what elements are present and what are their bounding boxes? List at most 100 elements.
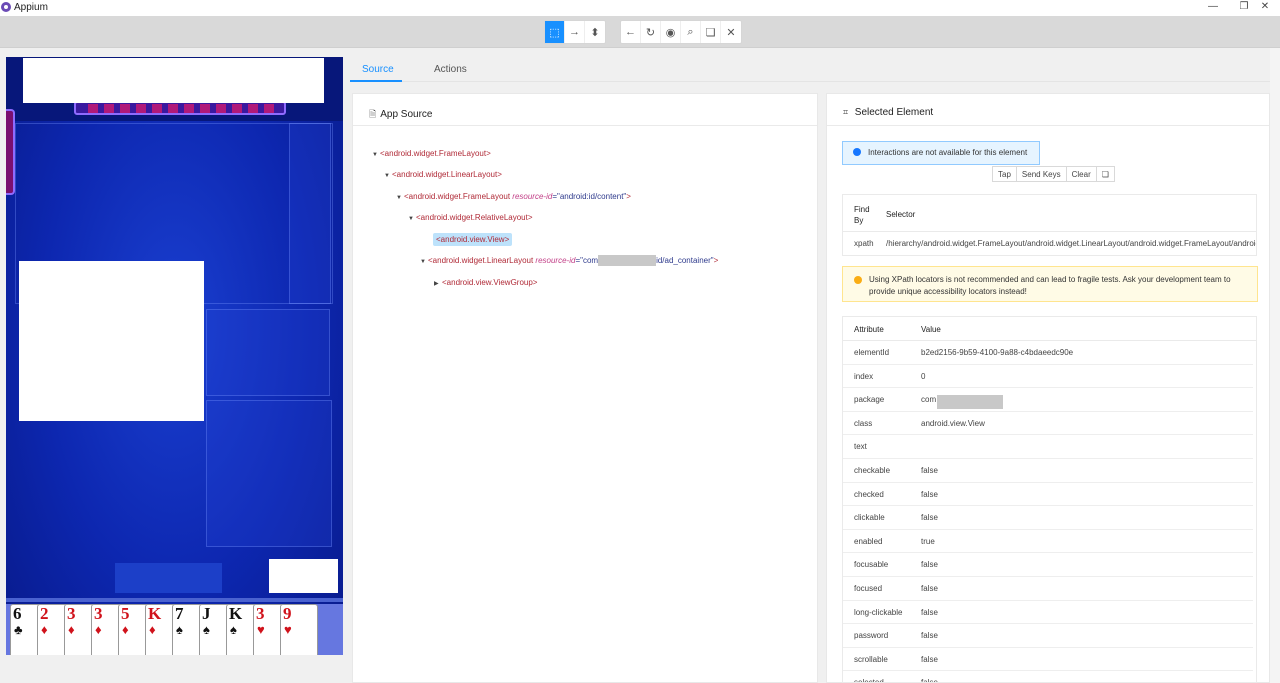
ad-container[interactable]: [19, 261, 204, 421]
search-elements-button[interactable]: ⌕: [681, 21, 701, 43]
card-hand: 6 ♣ 2 ♦ 3 ♦ 3 ♦ 5 ♦ K ♦ 7 ♠ J ♠ K ♠ 3 ♥ 9 ♥: [6, 604, 343, 655]
attribute-name: focused: [854, 584, 883, 593]
scrollbar[interactable]: [1270, 48, 1280, 683]
app-source-header: 🗎 App Source: [353, 94, 817, 126]
tab-source[interactable]: Source: [362, 64, 394, 75]
attribute-value: false: [921, 466, 938, 475]
attribute-row: enabled true: [843, 530, 1253, 554]
caret-down-icon[interactable]: ▼: [372, 148, 380, 162]
attribute-value: false: [921, 489, 938, 499]
card-rank: 3: [67, 604, 76, 623]
quit-session-button[interactable]: ✕: [721, 21, 741, 43]
copy-xml-button[interactable]: ❏: [701, 21, 721, 43]
attribute-name: elementId: [854, 348, 890, 357]
xpath-selector-value[interactable]: /hierarchy/android.widget.FrameLayout/an…: [886, 239, 1256, 248]
attribute-value: true: [921, 536, 935, 546]
tree-node[interactable]: ▼ <android.widget.LinearLayout resource-i…: [420, 254, 718, 268]
tree-node-selected[interactable]: <android.view.View>: [425, 233, 513, 247]
card-rank: K: [148, 604, 162, 623]
minimize-button[interactable]: —: [1198, 0, 1228, 16]
caret-down-icon[interactable]: ▼: [408, 212, 416, 226]
tree-node-label: <android.widget.FrameLayout: [404, 192, 513, 201]
attributes-table-header: Attribute Value: [843, 317, 1256, 341]
tree-node-label: <android.view.ViewGroup>: [442, 278, 538, 287]
swipe-by-coordinates-button[interactable]: →: [565, 21, 585, 43]
info-message: Interactions are not available for this …: [868, 148, 1028, 157]
title-bar: Appium — ❐ ✕: [0, 0, 1280, 16]
attribute-name: checked: [854, 489, 884, 499]
selected-element-header: ⌗ Selected Element: [827, 94, 1269, 126]
attribute-row: checkable false: [843, 459, 1253, 483]
caret-down-icon[interactable]: ▼: [420, 255, 428, 269]
close-window-button[interactable]: ✕: [1250, 0, 1280, 16]
attribute-value: false: [921, 584, 938, 593]
tree-node[interactable]: ▼ <android.widget.RelativeLayout>: [408, 211, 533, 225]
attribute-value: b2ed2156-9b59-4100-9a88-c4bdaeedc90e: [921, 348, 1074, 357]
caret-down-icon[interactable]: ▼: [396, 191, 404, 205]
device-screenshot[interactable]: 6 ♣ 2 ♦ 3 ♦ 3 ♦ 5 ♦ K ♦ 7 ♠ J ♠ K ♠ 3 ♥ 9 ♥: [6, 57, 343, 655]
caret-down-icon[interactable]: ▼: [384, 169, 392, 183]
table-divider: [843, 231, 1256, 232]
attribute-name: index: [854, 371, 874, 381]
ad-small[interactable]: [269, 559, 338, 593]
playing-card[interactable]: 9 ♥: [280, 604, 318, 655]
attribute-row: checked false: [843, 483, 1253, 507]
game-side-tab: [6, 109, 15, 195]
card-rank: 3: [94, 604, 103, 623]
tap-button[interactable]: Tap: [993, 167, 1017, 181]
caret-right-icon[interactable]: ▶: [434, 277, 442, 291]
attribute-header: Attribute: [854, 325, 884, 334]
app-source-title: App Source: [380, 109, 433, 120]
element-actions: Tap Send Keys Clear ❏: [992, 166, 1115, 182]
card-suit-icon: ♦: [149, 622, 156, 637]
xpath-warning-alert: Using XPath locators is not recommended …: [842, 266, 1258, 302]
card-suit-icon: ♦: [68, 622, 75, 637]
info-alert: Interactions are not available for this …: [842, 141, 1040, 165]
card-rank: J: [202, 604, 211, 623]
warning-message: Using XPath locators is not recommended …: [869, 275, 1231, 296]
hand-divider: [6, 598, 343, 602]
attribute-value: false: [921, 654, 938, 664]
attribute-row: text: [843, 435, 1253, 459]
tree-node[interactable]: ▼ <android.widget.FrameLayout resource-id…: [396, 190, 631, 204]
start-recording-button[interactable]: ◉: [661, 21, 681, 43]
tap-by-coordinates-button[interactable]: ⬍: [585, 21, 605, 43]
tab-actions[interactable]: Actions: [434, 64, 467, 75]
attribute-value: false: [921, 560, 938, 570]
redacted-text: [598, 255, 657, 267]
refresh-button[interactable]: ↻: [641, 21, 661, 43]
attribute-value: android.view.View: [921, 418, 985, 428]
tag-icon: ⌗: [843, 107, 849, 117]
card-rank: K: [229, 604, 243, 623]
tree-node[interactable]: ▶ <android.view.ViewGroup>: [434, 276, 537, 290]
selected-element-title: Selected Element: [854, 107, 934, 118]
attribute-row: long-clickable false: [843, 601, 1253, 625]
inspector-toolbar: ⬚ → ⬍ ← ↻ ◉ ⌕ ❏ ✕: [0, 16, 1280, 48]
card-rank: 2: [40, 604, 49, 623]
attribute-name: scrollable: [854, 654, 888, 664]
nav-button-group: ← ↻ ◉ ⌕ ❏ ✕: [620, 20, 742, 44]
attribute-name: focusable: [854, 560, 889, 570]
selector-header: Selector: [886, 210, 916, 219]
attribute-name: clickable: [854, 513, 885, 523]
tree-node[interactable]: ▼ <android.widget.LinearLayout>: [384, 168, 502, 182]
attributes-table: Attribute Value elementId b2ed2156-9b59-4…: [842, 316, 1257, 683]
card-rank: 6: [13, 604, 22, 623]
ad-banner-top[interactable]: [23, 58, 324, 103]
tree-node-label: <android.widget.FrameLayout>: [380, 149, 491, 158]
send-keys-button[interactable]: Send Keys: [1017, 167, 1067, 181]
game-button[interactable]: [115, 563, 222, 593]
tree-node-attr-value: id/ad_container": [656, 256, 714, 265]
tree-node-attr: resource-id: [535, 256, 576, 265]
back-button[interactable]: ←: [621, 21, 641, 43]
appium-logo-icon: [1, 2, 11, 12]
attribute-name: long-clickable: [854, 607, 903, 617]
card-suit-icon: ♠: [176, 622, 183, 637]
select-elements-button[interactable]: ⬚: [545, 21, 565, 43]
tree-node-label: <android.widget.RelativeLayout>: [416, 213, 533, 222]
tree-node[interactable]: ▼ <android.widget.FrameLayout>: [372, 147, 491, 161]
clear-button[interactable]: Clear: [1067, 167, 1097, 181]
attribute-name: text: [854, 442, 867, 452]
card-suit-icon: ♠: [203, 622, 210, 637]
copy-attributes-icon[interactable]: ❏: [1097, 167, 1114, 181]
